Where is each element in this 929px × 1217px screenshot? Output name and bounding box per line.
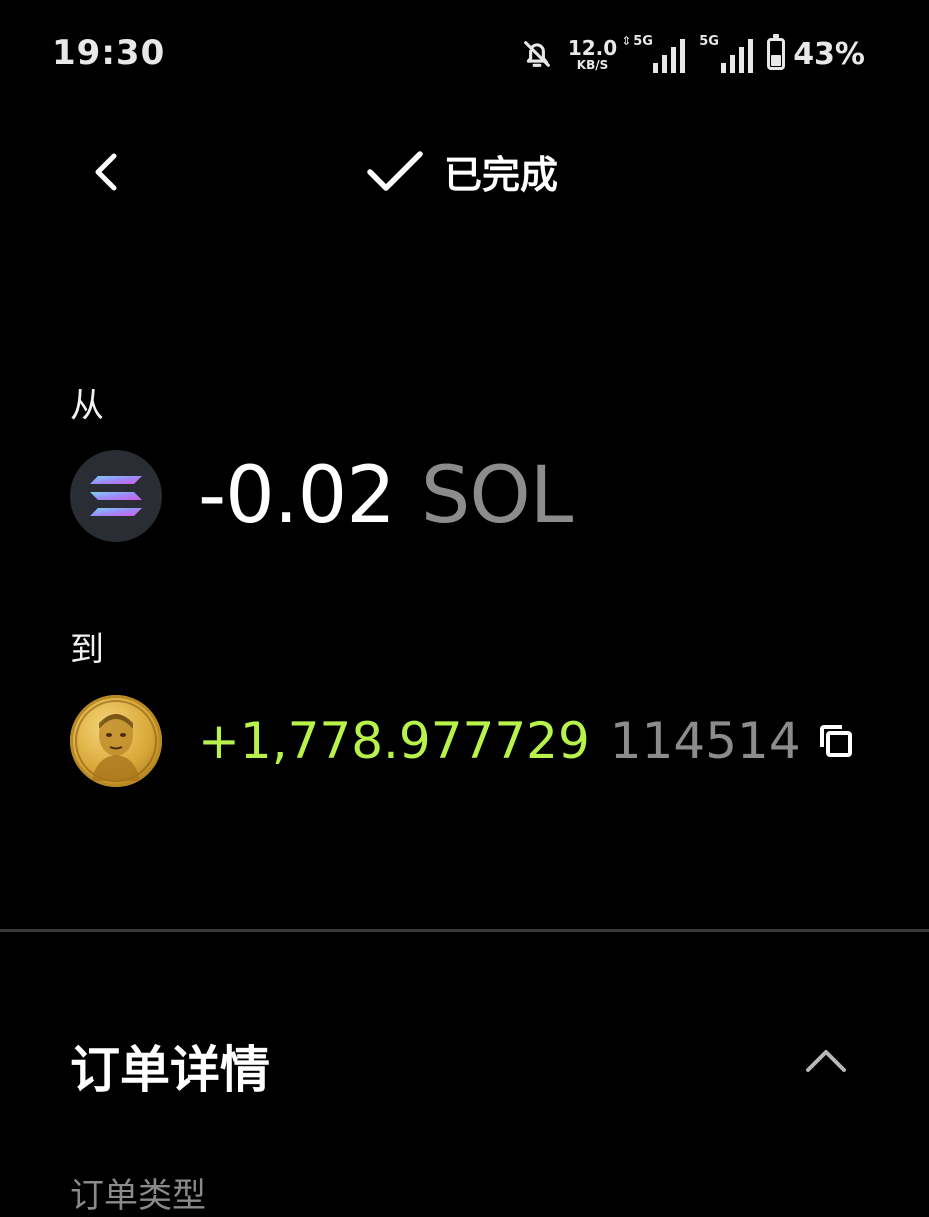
order-details-title: 订单详情 (70, 1041, 270, 1099)
status-icons: 12.0 KB/S ⇕ 5G 5G 43% (520, 34, 865, 74)
data-arrows-icon: ⇕ (621, 34, 632, 48)
chevron-up-icon (806, 1050, 846, 1072)
gold-coin-portrait-icon (70, 695, 162, 787)
copy-button[interactable] (812, 717, 860, 765)
chevron-left-icon (95, 153, 117, 191)
network-speed-unit: KB/S (576, 57, 609, 72)
from-amount-row: -0.02 SOL (70, 450, 573, 542)
status-heading: 已完成 (366, 144, 558, 199)
to-label: 到 (70, 630, 104, 670)
page-title: 已完成 (444, 153, 559, 197)
status-bar: 19:30 12.0 KB/S ⇕ 5G 5G 43% (0, 0, 929, 110)
from-token-symbol: SOL (420, 451, 573, 541)
battery-indicator: 43% (767, 34, 865, 72)
sim2-signal-icon: 5G (699, 34, 754, 73)
order-type-label: 订单类型 (70, 1176, 206, 1216)
from-label: 从 (70, 386, 104, 426)
to-amount: +1,778.977729 (198, 712, 590, 770)
sim1-signal-icon: ⇕ 5G (621, 34, 686, 73)
top-bar: 已完成 (0, 130, 929, 214)
collapse-order-details-button[interactable] (800, 1038, 852, 1082)
sim1-network-label: 5G (633, 34, 653, 49)
from-amount: -0.02 (198, 451, 396, 541)
network-speed-value: 12.0 (567, 35, 618, 60)
section-divider (0, 929, 929, 932)
back-button[interactable] (78, 144, 134, 200)
copy-icon (820, 725, 852, 757)
network-speed: 12.0 KB/S (568, 38, 617, 71)
to-token-symbol: 114514 (609, 712, 801, 770)
status-time: 19:30 (52, 33, 166, 73)
bell-off-icon (520, 37, 554, 71)
solana-logo-icon (70, 450, 162, 542)
sim2-network-label: 5G (699, 34, 719, 49)
to-amount-row: +1,778.977729 114514 (70, 695, 801, 787)
battery-icon (767, 34, 786, 70)
battery-percent: 43% (793, 36, 865, 72)
checkmark-icon (367, 150, 423, 191)
